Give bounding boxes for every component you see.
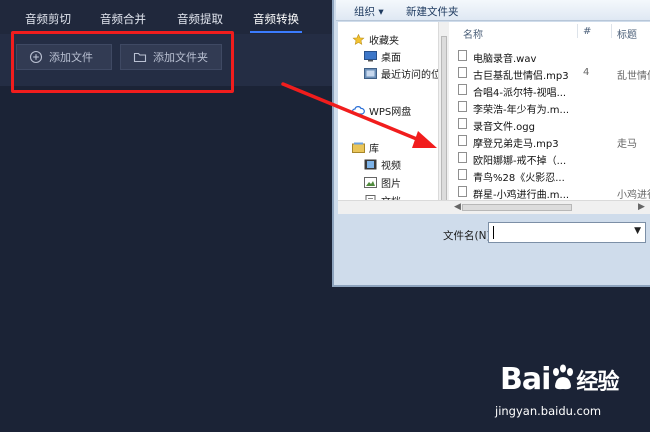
paw-icon <box>553 364 574 390</box>
baidu-logo-text: Bai <box>500 362 551 397</box>
baidu-jingyan-text: 经验 <box>576 370 619 395</box>
baidu-logo: Bai 经验 <box>500 362 619 397</box>
watermark-url: jingyan.baidu.com <box>495 404 602 418</box>
